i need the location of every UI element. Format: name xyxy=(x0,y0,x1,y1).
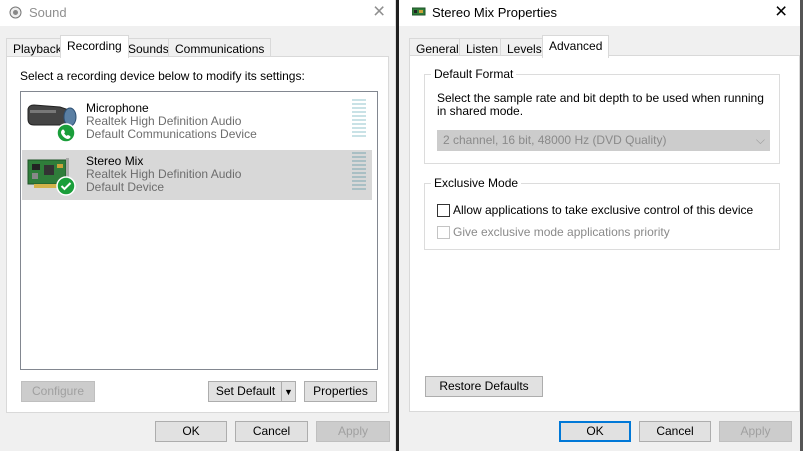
speaker-app-icon xyxy=(9,6,22,19)
default-format-group: Default Format Select the sample rate an… xyxy=(424,67,780,164)
allow-exclusive-label[interactable]: Allow applications to take exclusive con… xyxy=(453,203,753,217)
restore-defaults-button[interactable]: Restore Defaults xyxy=(425,376,543,397)
configure-button[interactable]: Configure xyxy=(21,381,95,402)
set-default-dropdown[interactable]: ▼ xyxy=(281,381,296,402)
tab-advanced[interactable]: Advanced xyxy=(542,35,610,58)
sound-dialog-title: Sound xyxy=(29,5,67,20)
exclusive-mode-title: Exclusive Mode xyxy=(431,176,522,190)
exclusive-priority-label[interactable]: Give exclusive mode applications priorit… xyxy=(453,225,670,239)
chevron-down-icon: ⌵ xyxy=(755,133,765,147)
sound-close-icon[interactable]: × xyxy=(373,1,385,22)
format-description-line2: in shared mode. xyxy=(437,104,524,118)
recording-instruction: Select a recording device below to modif… xyxy=(20,69,305,83)
device-driver: Realtek High Definition Audio xyxy=(86,167,242,181)
properties-button[interactable]: Properties xyxy=(304,381,377,402)
props-ok-button[interactable]: OK xyxy=(559,421,631,442)
sound-tabstrip: Playback Recording Sounds Communications xyxy=(0,26,395,58)
device-status: Default Communications Device xyxy=(86,127,257,141)
list-item-microphone[interactable]: Microphone Realtek High Definition Audio… xyxy=(22,97,372,147)
exclusive-mode-group: Exclusive Mode Allow applications to tak… xyxy=(424,176,780,250)
sound-dialog: Sound × Playback Recording Sounds Commun… xyxy=(0,0,396,451)
sound-ok-button[interactable]: OK xyxy=(155,421,227,442)
sound-card-icon xyxy=(27,158,76,196)
format-description-line1: Select the sample rate and bit depth to … xyxy=(437,91,764,105)
allow-exclusive-checkbox[interactable] xyxy=(437,204,450,217)
sound-titlebar[interactable]: Sound × xyxy=(0,0,395,26)
sound-apply-button[interactable]: Apply xyxy=(316,421,390,442)
props-apply-button[interactable]: Apply xyxy=(719,421,792,442)
exclusive-priority-checkbox[interactable] xyxy=(437,226,450,239)
microphone-icon xyxy=(27,104,77,143)
advanced-panel: Default Format Select the sample rate an… xyxy=(409,55,800,412)
phone-check-badge xyxy=(56,123,76,143)
props-dialog-title: Stereo Mix Properties xyxy=(432,5,557,20)
device-name: Stereo Mix xyxy=(86,154,144,168)
device-status: Default Device xyxy=(86,180,165,194)
tab-communications[interactable]: Communications xyxy=(168,38,272,57)
set-default-button[interactable]: Set Default xyxy=(208,381,282,402)
format-select-value: 2 channel, 16 bit, 48000 Hz (DVD Quality… xyxy=(443,133,667,147)
level-meter xyxy=(352,99,366,139)
tab-recording[interactable]: Recording xyxy=(60,35,129,58)
device-driver: Realtek High Definition Audio xyxy=(86,114,242,128)
stereo-mix-properties-dialog: Stereo Mix Properties × General Listen L… xyxy=(399,0,803,451)
recording-panel: Select a recording device below to modif… xyxy=(6,56,389,413)
default-format-title: Default Format xyxy=(431,67,517,81)
props-tabstrip: General Listen Levels Advanced xyxy=(399,26,803,58)
props-titlebar[interactable]: Stereo Mix Properties × xyxy=(399,0,803,26)
props-cancel-button[interactable]: Cancel xyxy=(639,421,711,442)
checkmark-badge xyxy=(56,176,76,196)
sound-cancel-button[interactable]: Cancel xyxy=(235,421,308,442)
list-item-stereo-mix[interactable]: Stereo Mix Realtek High Definition Audio… xyxy=(22,150,372,200)
device-list[interactable]: Microphone Realtek High Definition Audio… xyxy=(20,91,378,370)
device-name: Microphone xyxy=(86,101,149,115)
format-select[interactable]: 2 channel, 16 bit, 48000 Hz (DVD Quality… xyxy=(437,130,770,151)
sound-card-app-icon xyxy=(412,7,426,16)
level-meter xyxy=(352,152,366,192)
props-close-icon[interactable]: × xyxy=(775,1,787,22)
dropdown-arrow-icon: ▼ xyxy=(284,387,293,397)
